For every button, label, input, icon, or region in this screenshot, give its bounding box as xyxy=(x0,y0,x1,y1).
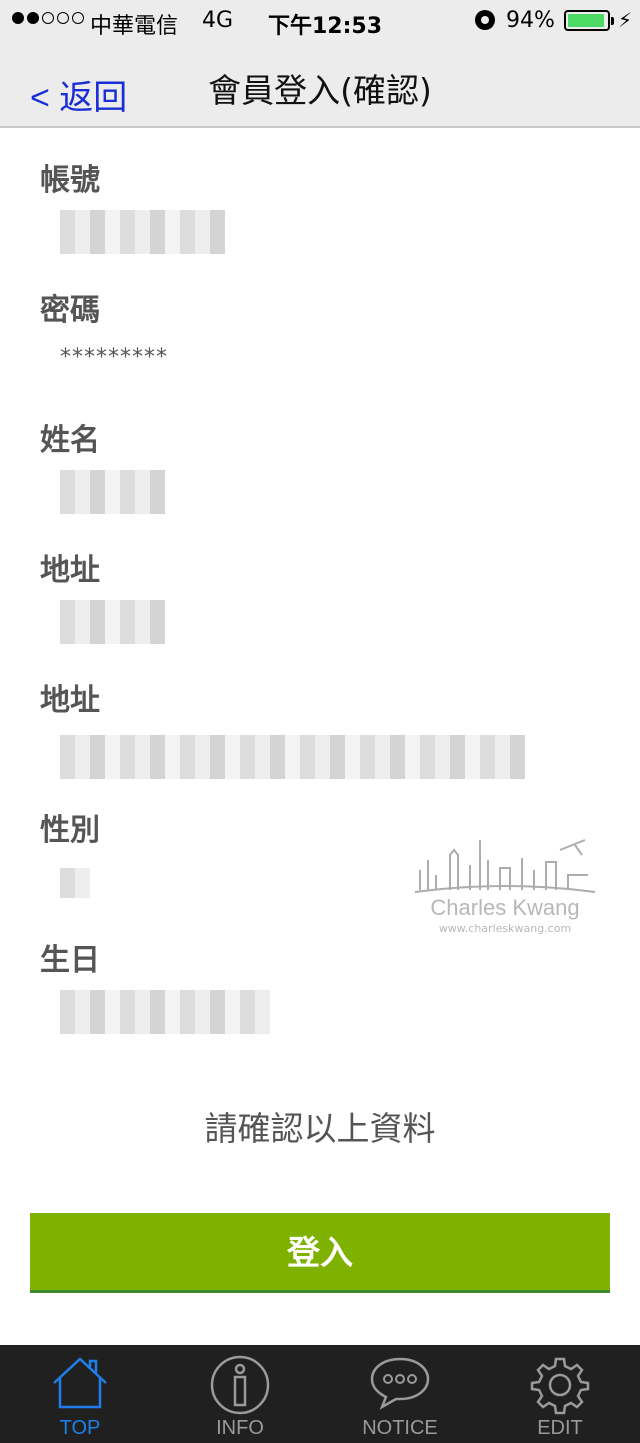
account-label: 帳號 xyxy=(40,163,100,198)
gender-label: 性別 xyxy=(40,813,100,848)
home-icon xyxy=(50,1355,110,1415)
chat-bubble-icon xyxy=(368,1355,432,1415)
status-time: 下午12:53 xyxy=(268,14,383,39)
info-icon xyxy=(210,1355,270,1419)
tab-notice[interactable]: NOTICE xyxy=(320,1345,480,1443)
tab-label: NOTICE xyxy=(362,1417,438,1439)
battery-percent: 94% xyxy=(506,8,555,33)
tab-edit[interactable]: EDIT xyxy=(480,1345,640,1443)
password-value: ********* xyxy=(60,345,168,370)
address-label-2: 地址 xyxy=(40,683,100,718)
watermark: Charles Kwang www.charleskwang.com xyxy=(410,830,600,940)
address-value-2-redacted xyxy=(60,735,525,779)
name-label: 姓名 xyxy=(40,423,100,458)
battery-icon xyxy=(564,10,614,31)
gear-icon xyxy=(530,1355,590,1419)
tab-label: TOP xyxy=(59,1417,101,1439)
navigation-bar: < 返回 會員登入(確認) xyxy=(0,40,640,128)
alarm-icon xyxy=(475,10,495,30)
network-type: 4G xyxy=(202,8,234,33)
gender-value-redacted xyxy=(60,868,90,898)
status-bar: 中華電信 4G 下午12:53 94% ⚡ xyxy=(0,0,640,40)
login-button[interactable]: 登入 xyxy=(30,1213,610,1293)
watermark-name: Charles Kwang xyxy=(430,895,580,920)
account-value-redacted xyxy=(60,210,225,254)
tab-info[interactable]: INFO xyxy=(160,1345,320,1443)
charging-icon: ⚡ xyxy=(618,8,633,32)
birthday-value-redacted xyxy=(60,990,270,1034)
skyline-logo-icon xyxy=(414,839,596,893)
tab-label: INFO xyxy=(216,1417,264,1439)
tab-label: EDIT xyxy=(537,1417,583,1439)
password-label: 密碼 xyxy=(40,293,100,328)
name-value-redacted xyxy=(60,470,165,514)
tab-top[interactable]: TOP xyxy=(0,1345,160,1443)
tab-bar: TOP INFO NOTICE EDIT xyxy=(0,1345,640,1443)
watermark-url: www.charleskwang.com xyxy=(438,922,572,935)
birthday-label: 生日 xyxy=(40,943,100,978)
address-label: 地址 xyxy=(40,553,100,588)
address-value-redacted xyxy=(60,600,165,644)
signal-strength-icon xyxy=(12,12,84,24)
confirm-message: 請確認以上資料 xyxy=(204,1109,436,1148)
carrier-name: 中華電信 xyxy=(90,14,179,39)
page-title: 會員登入(確認) xyxy=(208,71,432,110)
